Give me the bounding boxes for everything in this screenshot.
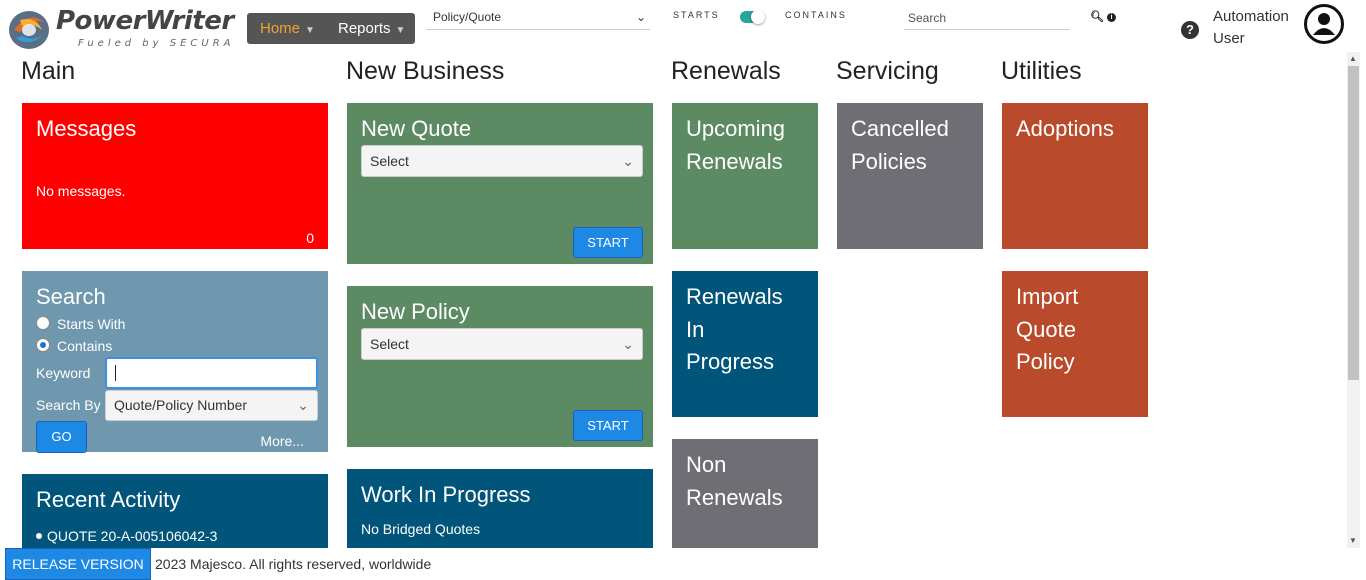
new-quote-title: New Quote xyxy=(361,116,472,141)
new-policy-select[interactable]: Select ⌄ xyxy=(361,328,643,360)
powerwriter-logo[interactable]: PowerWriter Fueled by SECURA xyxy=(6,6,238,52)
import-line3: Policy xyxy=(1016,349,1075,374)
nav-reports[interactable]: Reports ▼ xyxy=(338,13,405,44)
toggle-knob xyxy=(751,10,765,24)
non-renewals-tile[interactable]: Non Renewals xyxy=(672,439,818,548)
top-nav: Home ▼ Reports ▼ xyxy=(247,13,415,44)
work-in-progress-tile[interactable]: Work In Progress No Bridged Quotes xyxy=(347,469,653,548)
text-cursor xyxy=(115,365,116,381)
release-version-button[interactable]: RELEASE VERSION xyxy=(5,548,151,580)
nav-reports-label: Reports xyxy=(338,20,391,37)
recent-activity-item-label: QUOTE 20-A-005106042-3 xyxy=(47,528,218,544)
search-by-label: Search By xyxy=(36,397,101,413)
chevron-down-icon: ⌄ xyxy=(297,397,309,413)
copyright-text: 2023 Majesco. All rights reserved, world… xyxy=(155,556,432,572)
search-title: Search xyxy=(36,284,106,309)
info-icon[interactable]: i xyxy=(1107,13,1117,22)
new-policy-title: New Policy xyxy=(361,299,470,324)
recent-activity-tile[interactable]: Recent Activity QUOTE 20-A-005106042-3 xyxy=(22,474,328,548)
search-by-select[interactable]: Quote/Policy Number ⌄ xyxy=(105,390,318,421)
work-in-progress-title: Work In Progress xyxy=(361,482,531,507)
chevron-down-icon: ⌄ xyxy=(622,153,634,169)
import-quote-policy-tile[interactable]: Import Quote Policy xyxy=(1002,271,1148,417)
scrollbar-thumb[interactable] xyxy=(1348,66,1359,380)
scroll-up-icon[interactable]: ▲ xyxy=(1349,54,1357,63)
contains-radio[interactable] xyxy=(36,338,50,352)
nav-home-label: Home xyxy=(260,20,301,37)
go-button[interactable]: GO xyxy=(36,421,87,453)
keyword-input[interactable] xyxy=(105,357,318,389)
renewals-in-progress-tile[interactable]: Renewals In Progress xyxy=(672,271,818,417)
bullet-icon xyxy=(36,533,42,539)
top-search-placeholder: Search xyxy=(908,11,947,25)
new-policy-select-value: Select xyxy=(370,336,409,352)
scroll-down-icon[interactable]: ▼ xyxy=(1349,536,1357,545)
chevron-down-icon: ▼ xyxy=(395,25,406,36)
new-quote-select[interactable]: Select ⌄ xyxy=(361,145,643,177)
messages-tile[interactable]: Messages No messages. 0 xyxy=(22,103,328,249)
contains-label: CONTAINS xyxy=(785,10,847,20)
import-line2: Quote xyxy=(1016,317,1076,342)
section-utilities: Utilities xyxy=(1001,57,1082,85)
starts-label: STARTS xyxy=(673,10,720,20)
avatar[interactable] xyxy=(1304,4,1344,44)
chevron-down-icon: ▼ xyxy=(305,25,315,36)
user-icon xyxy=(1313,13,1335,35)
logo-swirl-icon xyxy=(9,11,49,49)
more-link[interactable]: More... xyxy=(260,433,304,449)
help-icon[interactable]: ? xyxy=(1181,21,1199,39)
renewals-in-progress-line1: Renewals xyxy=(686,284,783,309)
section-main: Main xyxy=(21,57,76,85)
renewals-in-progress-line2: In xyxy=(686,317,705,342)
search-icons: 🔍︎ i xyxy=(1090,10,1117,23)
new-quote-start-button[interactable]: START xyxy=(573,227,643,258)
new-policy-tile: New Policy Select ⌄ START xyxy=(347,286,653,447)
search-by-value: Quote/Policy Number xyxy=(114,397,248,413)
policy-select-value: Policy/Quote xyxy=(433,10,502,24)
import-line1: Import xyxy=(1016,284,1079,309)
keyword-label: Keyword xyxy=(36,365,91,381)
upcoming-renewals-line2: Renewals xyxy=(686,149,783,174)
messages-count: 0 xyxy=(306,230,314,246)
starts-with-radio[interactable] xyxy=(36,316,50,330)
adoptions-tile[interactable]: Adoptions xyxy=(1002,103,1148,249)
work-in-progress-text: No Bridged Quotes xyxy=(361,521,481,537)
search-mode-toggle[interactable] xyxy=(740,10,765,24)
cancelled-policies-tile[interactable]: Cancelled Policies xyxy=(837,103,983,249)
section-servicing: Servicing xyxy=(836,57,939,85)
upcoming-renewals-tile[interactable]: Upcoming Renewals xyxy=(672,103,818,249)
non-renewals-line2: Renewals xyxy=(686,485,783,510)
recent-activity-item[interactable]: QUOTE 20-A-005106042-3 xyxy=(36,528,217,544)
policy-quote-select[interactable]: Policy/Quote ⌄ xyxy=(426,6,650,30)
search-icon[interactable]: 🔍︎ xyxy=(1090,11,1104,23)
cancelled-policies-line1: Cancelled xyxy=(851,116,949,141)
top-search-input[interactable]: Search xyxy=(904,8,1070,30)
chevron-down-icon: ⌄ xyxy=(622,336,634,352)
logo-text: PowerWriter xyxy=(56,6,234,36)
section-new-business: New Business xyxy=(346,57,505,85)
messages-title: Messages xyxy=(36,116,137,141)
starts-with-label: Starts With xyxy=(57,316,126,332)
new-quote-tile: New Quote Select ⌄ START xyxy=(347,103,653,264)
search-tile: Search Starts With Contains Keyword Sear… xyxy=(22,271,328,453)
user-name[interactable]: Automation User xyxy=(1213,6,1298,50)
new-policy-start-button[interactable]: START xyxy=(573,410,643,441)
recent-activity-title: Recent Activity xyxy=(36,487,181,512)
renewals-in-progress-line3: Progress xyxy=(686,349,775,374)
non-renewals-line1: Non xyxy=(686,452,727,477)
chevron-down-icon: ⌄ xyxy=(635,10,646,24)
section-renewals: Renewals xyxy=(671,57,781,85)
new-quote-select-value: Select xyxy=(370,153,409,169)
contains-label: Contains xyxy=(57,338,113,354)
messages-text: No messages. xyxy=(36,183,126,199)
cancelled-policies-line2: Policies xyxy=(851,149,927,174)
adoptions-title: Adoptions xyxy=(1016,116,1114,141)
nav-home[interactable]: Home ▼ xyxy=(260,13,315,44)
logo-subtitle: Fueled by SECURA xyxy=(78,38,235,49)
upcoming-renewals-line1: Upcoming xyxy=(686,116,786,141)
